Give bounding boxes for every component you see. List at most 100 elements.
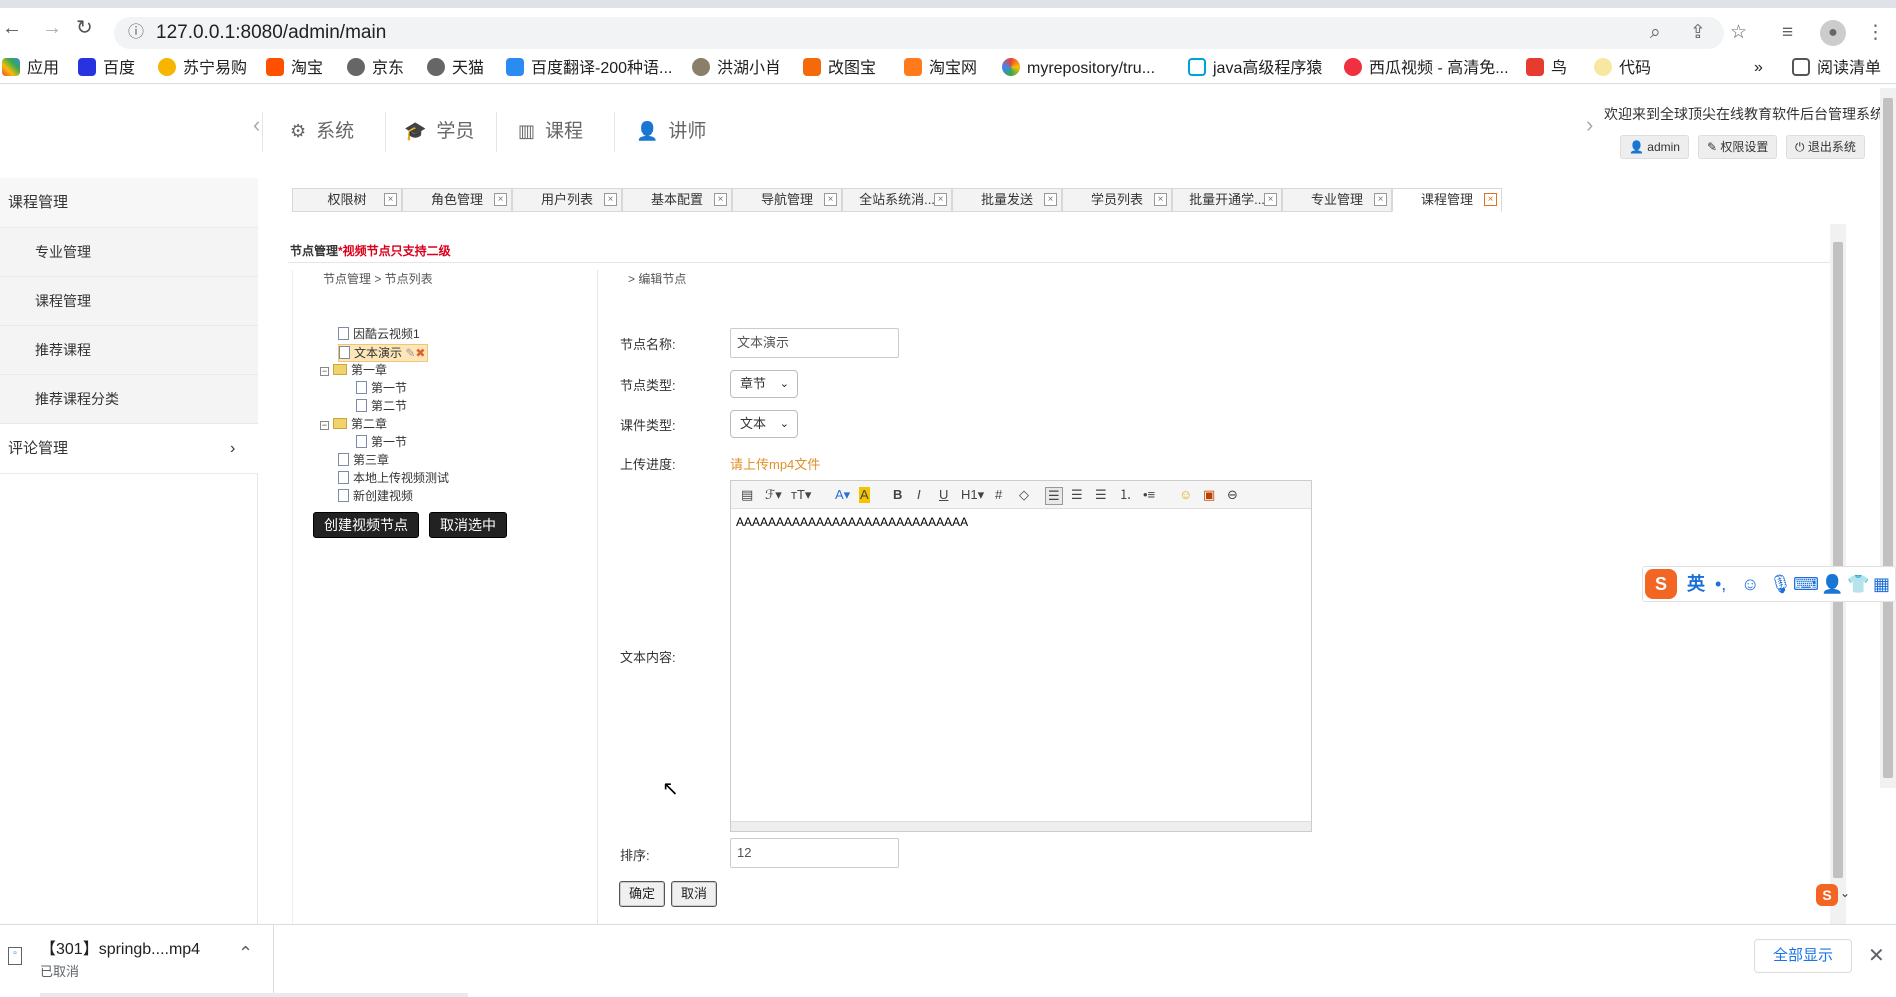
- editor-resize-handle[interactable]: [731, 821, 1311, 831]
- close-icon[interactable]: ×: [934, 193, 947, 206]
- create-video-node-button[interactable]: 创建视频节点: [313, 512, 419, 538]
- align-left-icon[interactable]: ☰: [1045, 487, 1063, 505]
- bookmark-java[interactable]: java高级程序猿: [1188, 58, 1322, 79]
- bookmark-suning[interactable]: 苏宁易购: [158, 58, 247, 79]
- media-icon[interactable]: ≡: [1782, 23, 1793, 43]
- close-icon[interactable]: ✕: [1868, 943, 1885, 968]
- zoom-icon[interactable]: ⌕: [1650, 23, 1661, 43]
- table-icon[interactable]: #: [995, 487, 1002, 503]
- bookmark-code[interactable]: 代码: [1594, 58, 1651, 79]
- reading-list[interactable]: 阅读清单: [1792, 58, 1881, 79]
- bookmark-tmall[interactable]: 天猫: [427, 58, 484, 79]
- nav-course[interactable]: ▥ 课程: [518, 116, 583, 143]
- close-icon[interactable]: ×: [1484, 193, 1497, 206]
- keyboard-icon[interactable]: ⌨: [1793, 573, 1819, 595]
- sogou-icon[interactable]: S: [1645, 569, 1677, 599]
- star-icon[interactable]: ☆: [1730, 23, 1747, 43]
- scrollbar-thumb[interactable]: [1833, 242, 1843, 878]
- rich-text-editor[interactable]: ▤ ℱ▾ тT▾ A▾ A B I U H1▾ # ◇ ☰ ☰ ☰ ⒈ •≡ ☺…: [730, 480, 1312, 832]
- tab-batch-open[interactable]: 批量开通学... ×: [1172, 188, 1282, 212]
- tree-node-selected[interactable]: 文本演示 ✎✖: [338, 344, 429, 362]
- share-icon[interactable]: ⇪: [1690, 23, 1706, 43]
- font-size-icon[interactable]: тT▾: [791, 487, 811, 503]
- tree-node[interactable]: 新创建视频: [338, 488, 413, 504]
- forward-icon[interactable]: →: [42, 18, 62, 38]
- tab-basic-config[interactable]: 基本配置 ×: [622, 188, 732, 212]
- tree-node[interactable]: 第二节: [356, 398, 407, 414]
- align-center-icon[interactable]: ☰: [1071, 487, 1083, 503]
- confirm-button[interactable]: 确定: [619, 881, 666, 907]
- download-item[interactable]: ▫ 【301】springb....mp4 已取消 ⌃: [0, 925, 274, 993]
- grid-icon[interactable]: ▦: [1873, 573, 1890, 595]
- edit-icon[interactable]: ✎: [405, 346, 415, 360]
- bookmark-gaitubao[interactable]: 改图宝: [803, 58, 876, 79]
- tab-site-message[interactable]: 全站系统消... ×: [842, 188, 952, 212]
- tab-user-list[interactable]: 用户列表 ×: [512, 188, 622, 212]
- microphone-icon[interactable]: 🎙: [1769, 573, 1792, 595]
- editor-content[interactable]: AAAAAAAAAAAAAAAAAAAAAAAAAAAAA: [736, 515, 968, 529]
- ime-lang[interactable]: 英: [1687, 573, 1705, 595]
- sidebar-item-major[interactable]: 专业管理: [0, 228, 258, 277]
- bookmark-taobaowang[interactable]: 淘宝网: [904, 58, 977, 79]
- show-all-button[interactable]: 全部显示: [1754, 939, 1852, 973]
- tree-node[interactable]: 第一节: [356, 380, 407, 396]
- sidebar-item-recommend[interactable]: 推荐课程: [0, 326, 258, 375]
- menu-icon[interactable]: ⋮: [1866, 23, 1885, 43]
- user-icon[interactable]: 👤: [1821, 573, 1843, 595]
- collapse-icon[interactable]: −: [320, 367, 329, 376]
- punctuation-icon[interactable]: •,: [1715, 573, 1726, 595]
- cancel-selection-button[interactable]: 取消选中: [429, 512, 507, 538]
- chevron-up-icon[interactable]: ⌃: [238, 943, 253, 964]
- tab-permission-tree[interactable]: 权限树 ×: [292, 188, 402, 212]
- nav-student[interactable]: 🎓 学员: [404, 116, 474, 143]
- tree-node[interactable]: 因酷云视频1: [338, 326, 420, 342]
- page-scrollbar[interactable]: [1880, 88, 1896, 788]
- skin-icon[interactable]: 👕: [1847, 573, 1869, 595]
- ime-mini[interactable]: S ⌄: [1812, 882, 1852, 912]
- tree-folder[interactable]: − 第一章: [320, 362, 387, 378]
- bookmark-niao[interactable]: 鸟: [1526, 58, 1567, 79]
- sidebar-group-course[interactable]: 课程管理: [0, 178, 258, 228]
- bookmarks-overflow[interactable]: »: [1754, 58, 1763, 78]
- tab-student-list[interactable]: 学员列表 ×: [1062, 188, 1172, 212]
- tree-folder[interactable]: − 第二章: [320, 416, 387, 432]
- bookmark-apps[interactable]: 应用: [2, 58, 59, 79]
- highlight-icon[interactable]: A: [859, 487, 870, 503]
- font-family-icon[interactable]: ℱ▾: [765, 487, 782, 503]
- sidebar-group-comment[interactable]: 评论管理 ›: [0, 424, 258, 474]
- close-icon[interactable]: ×: [1044, 193, 1057, 206]
- close-icon[interactable]: ×: [1154, 193, 1167, 206]
- tree-node[interactable]: 第一节: [356, 434, 407, 450]
- sort-input[interactable]: 12: [730, 838, 899, 868]
- heading-icon[interactable]: H1▾: [961, 487, 984, 503]
- nav-system[interactable]: ⚙ 系统: [290, 116, 354, 143]
- tree-node[interactable]: 本地上传视频测试: [338, 470, 449, 486]
- profile-icon[interactable]: ●: [1820, 20, 1846, 46]
- close-icon[interactable]: ×: [1264, 193, 1277, 206]
- tree-node[interactable]: 第三章: [338, 452, 389, 468]
- logout-button[interactable]: ⏻ 退出系统: [1786, 135, 1865, 159]
- page-scrollbar-thumb[interactable]: [1883, 98, 1893, 778]
- eraser-icon[interactable]: ◇: [1019, 487, 1029, 503]
- source-icon[interactable]: ▤: [741, 487, 753, 503]
- sidebar-item-course[interactable]: 课程管理: [0, 277, 258, 326]
- delete-icon[interactable]: ✖: [415, 346, 425, 360]
- bookmark-baidu[interactable]: 百度: [78, 58, 135, 79]
- link-icon[interactable]: ⊖: [1227, 487, 1238, 503]
- nav-teacher[interactable]: 👤 讲师: [636, 116, 706, 143]
- bookmark-jd[interactable]: 京东: [347, 58, 404, 79]
- cancel-button[interactable]: 取消: [671, 881, 718, 907]
- bookmark-xigua[interactable]: 西瓜视频 - 高清免...: [1344, 58, 1509, 79]
- collapse-right-icon[interactable]: ›: [1586, 112, 1593, 138]
- permission-button[interactable]: ✎ 权限设置: [1698, 135, 1778, 159]
- node-type-select[interactable]: 章节 ⌄: [730, 370, 798, 398]
- bold-icon[interactable]: B: [893, 487, 902, 503]
- close-icon[interactable]: ×: [824, 193, 837, 206]
- emoji-icon[interactable]: ☺: [1741, 573, 1759, 595]
- close-icon[interactable]: ×: [384, 193, 397, 206]
- close-icon[interactable]: ×: [714, 193, 727, 206]
- tab-batch-send[interactable]: 批量发送 ×: [952, 188, 1062, 212]
- bookmark-fanyi[interactable]: 百度翻译-200种语...: [506, 58, 672, 79]
- close-icon[interactable]: ×: [1374, 193, 1387, 206]
- collapse-icon[interactable]: −: [320, 421, 329, 430]
